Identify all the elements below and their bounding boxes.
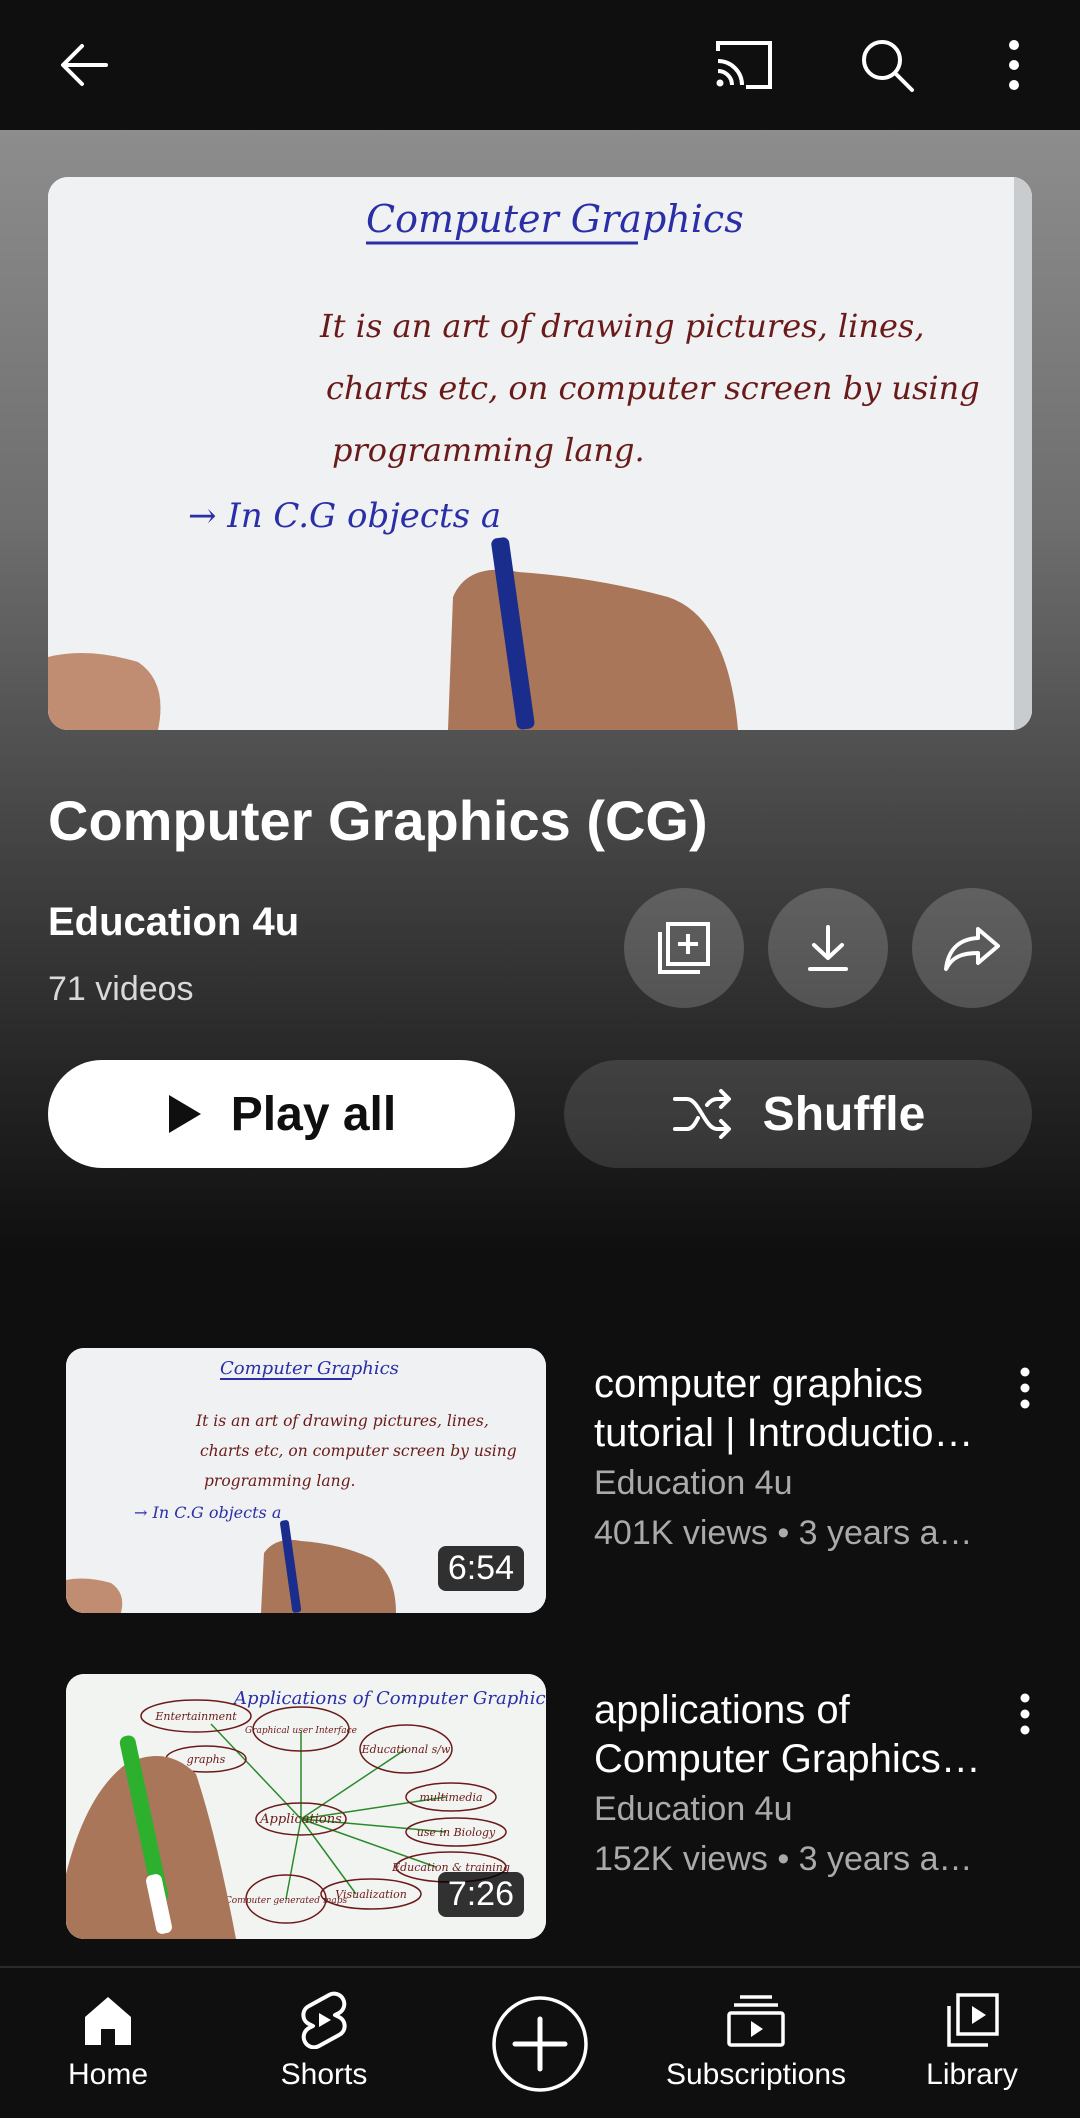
search-button[interactable] [847, 25, 927, 105]
video-count: 71 videos [48, 970, 194, 1008]
board-line-3: programming lang. [332, 431, 645, 469]
more-vertical-icon [1020, 1693, 1030, 1735]
save-playlist-button[interactable] [624, 888, 744, 1008]
share-icon [944, 927, 1000, 971]
video-title-line-2: tutorial | Introductio… [594, 1411, 974, 1455]
node-label: Educational s/w [361, 1743, 451, 1756]
video-channel: Education 4u [594, 1790, 793, 1828]
arrow-left-icon [61, 44, 108, 86]
nav-library-label: Library [926, 2058, 1018, 2091]
video-channel: Education 4u [594, 1464, 793, 1502]
board-line-1: It is an art of drawing pictures, lines, [319, 307, 925, 345]
node-label: Graphical user Interface [245, 1726, 357, 1736]
video-duration: 7:26 [437, 1872, 524, 1917]
video-stats: 401K views • 3 years a… [594, 1514, 973, 1552]
more-vertical-icon [1009, 40, 1019, 90]
nav-subscriptions-label: Subscriptions [665, 2058, 847, 2091]
play-all-label: Play all [230, 1087, 397, 1141]
playlist-add-icon [658, 922, 710, 974]
playlist-thumbnail[interactable]: Computer Graphics It is an art of drawin… [48, 177, 1032, 730]
search-icon [862, 40, 914, 92]
video-title-line-1: applications of [594, 1688, 850, 1732]
subscriptions-icon [727, 1995, 785, 2047]
back-button[interactable] [44, 25, 124, 105]
video-thumbnail[interactable]: Computer Graphics It is an art of drawin… [66, 1348, 546, 1613]
shorts-icon [301, 1991, 347, 2049]
nav-library[interactable]: Library [872, 1968, 1072, 2118]
node-label: Computer generated maps [225, 1896, 348, 1906]
video-more-button[interactable] [1000, 1684, 1050, 1744]
video-title-line-1: computer graphics [594, 1362, 924, 1406]
node-label: multimedia [419, 1791, 482, 1804]
play-all-button[interactable]: Play all [48, 1060, 515, 1168]
shuffle-label: Shuffle [762, 1087, 926, 1141]
more-vertical-icon [1020, 1367, 1030, 1409]
share-playlist-button[interactable] [912, 888, 1032, 1008]
library-icon [947, 1993, 999, 2047]
nav-shorts[interactable]: Shorts [224, 1968, 424, 2118]
shuffle-icon [672, 1089, 731, 1139]
nav-shorts-label: Shorts [280, 2058, 368, 2091]
board-line-3: programming lang. [204, 1472, 355, 1490]
more-options-button[interactable] [974, 25, 1054, 105]
shuffle-button[interactable]: Shuffle [564, 1060, 1032, 1168]
board-heading: Applications of Computer Graphics [232, 1688, 546, 1709]
download-icon [808, 925, 848, 971]
board-line-4: → In C.G objects a [188, 496, 501, 536]
cast-icon [716, 41, 772, 89]
nav-home-label: Home [67, 2058, 149, 2091]
top-app-bar [0, 0, 1080, 130]
board-line-4: → In C.G objects a [134, 1503, 281, 1522]
download-playlist-button[interactable] [768, 888, 888, 1008]
node-label: graphs [187, 1753, 226, 1766]
video-duration: 6:54 [437, 1546, 524, 1591]
video-title[interactable]: applications of Computer Graphics… [594, 1686, 994, 1784]
cast-button[interactable] [704, 25, 784, 105]
board-line-2: charts etc, on computer screen by using [200, 1442, 517, 1460]
video-list-item[interactable]: Computer Graphics It is an art of drawin… [0, 1348, 1080, 1618]
video-list-item[interactable]: Applications of Computer Graphics Applic… [0, 1674, 1080, 1944]
video-stats: 152K views • 3 years a… [594, 1840, 973, 1878]
video-title[interactable]: computer graphics tutorial | Introductio… [594, 1360, 994, 1458]
home-icon [85, 1997, 131, 2045]
nav-create[interactable] [440, 1968, 640, 2118]
create-plus-icon [492, 1996, 588, 2092]
nav-home[interactable]: Home [8, 1968, 208, 2118]
node-label: use in Biology [417, 1826, 496, 1839]
node-center: Applications [259, 1812, 342, 1827]
play-icon [168, 1095, 201, 1133]
playlist-title: Computer Graphics (CG) [48, 789, 708, 852]
channel-name[interactable]: Education 4u [48, 900, 299, 945]
board-line-2: charts etc, on computer screen by using [326, 369, 980, 407]
board-line-1: It is an art of drawing pictures, lines, [195, 1412, 489, 1430]
nav-subscriptions[interactable]: Subscriptions [656, 1968, 856, 2118]
video-thumbnail[interactable]: Applications of Computer Graphics Applic… [66, 1674, 546, 1939]
bottom-navigation: Home Shorts Subscriptions Library [0, 1966, 1080, 2118]
board-heading: Computer Graphics [366, 197, 744, 241]
node-label: Entertainment [154, 1710, 237, 1723]
whiteboard-illustration: Computer Graphics It is an art of drawin… [48, 177, 1032, 730]
video-title-line-2: Computer Graphics… [594, 1737, 981, 1781]
board-heading: Computer Graphics [220, 1358, 399, 1379]
video-more-button[interactable] [1000, 1358, 1050, 1418]
